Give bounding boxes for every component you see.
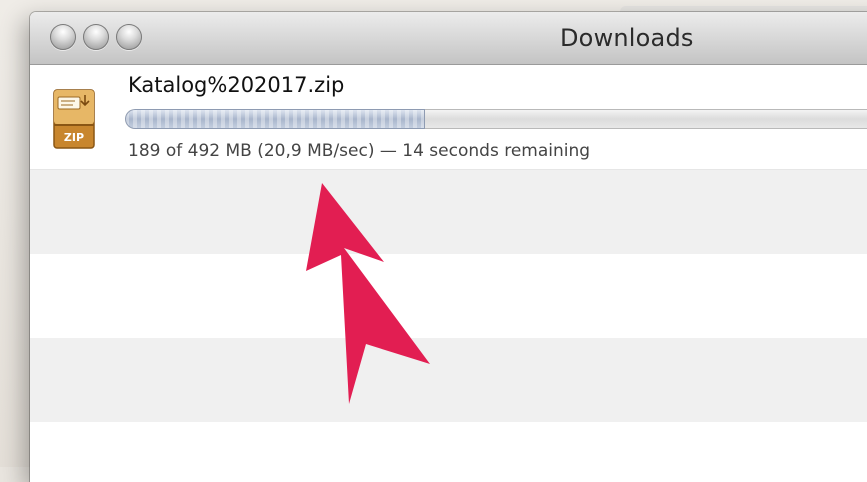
- close-button[interactable]: [50, 24, 76, 50]
- empty-row: [30, 422, 867, 482]
- download-filename: Katalog%202017.zip: [128, 73, 345, 97]
- zip-icon-label: ZIP: [64, 131, 84, 144]
- empty-row: [30, 254, 867, 338]
- downloads-window: Downloads ZIP Katalog%202017.zip 189 of …: [30, 12, 867, 482]
- download-progress-bar: [125, 109, 867, 129]
- window-controls: [50, 24, 142, 50]
- download-progress-fill: [125, 109, 425, 129]
- empty-row: [30, 338, 867, 422]
- minimize-button[interactable]: [83, 24, 109, 50]
- zoom-button[interactable]: [116, 24, 142, 50]
- title-bar[interactable]: Downloads: [30, 12, 867, 65]
- download-status: 189 of 492 MB (20,9 MB/sec) — 14 seconds…: [128, 141, 591, 161]
- window-title: Downloads: [560, 24, 694, 52]
- empty-row: [30, 170, 867, 254]
- download-item[interactable]: ZIP Katalog%202017.zip 189 of 492 MB (20…: [30, 65, 867, 170]
- zip-archive-icon: ZIP: [53, 89, 95, 149]
- downloads-list: ZIP Katalog%202017.zip 189 of 492 MB (20…: [30, 65, 867, 482]
